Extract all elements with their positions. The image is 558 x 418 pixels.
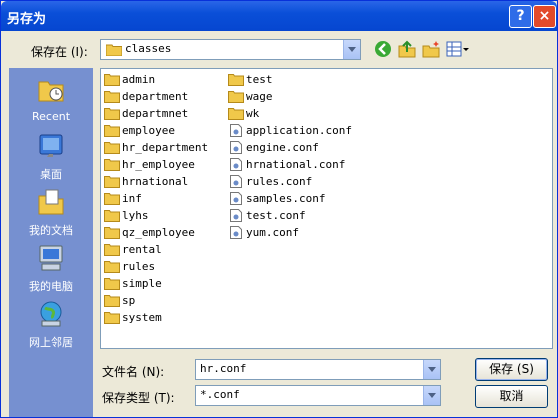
chevron-down-icon[interactable] [423, 360, 440, 379]
folder-icon [104, 244, 120, 256]
folder-icon [228, 108, 244, 120]
folder-icon [104, 210, 120, 222]
filetype-label: 保存类型 (T): [102, 391, 175, 405]
desktop-icon [39, 134, 63, 157]
folder-icon [104, 91, 120, 103]
filetype-select[interactable]: *.conf [195, 385, 441, 406]
item-name: wk [246, 107, 260, 120]
folder-icon [104, 176, 120, 188]
config-file-icon [230, 141, 242, 154]
config-file-icon [230, 124, 242, 137]
view-menu-icon[interactable] [446, 40, 470, 58]
file-list[interactable]: admin department departmnet employee hr_depa… [100, 68, 553, 349]
folder-icon [104, 142, 120, 154]
folder-icon [104, 227, 120, 239]
title-bar: 另存为 ? × [1, 1, 557, 31]
place-network[interactable]: 网上邻居 [9, 300, 93, 350]
save-button[interactable]: 保存 (S) [475, 358, 548, 381]
item-name: rental [122, 243, 162, 256]
help-button[interactable]: ? [509, 5, 532, 28]
item-name: departmnet [122, 107, 189, 120]
place-desktop[interactable]: 桌面 [9, 132, 93, 182]
my-computer-icon [39, 245, 63, 271]
close-button[interactable]: × [533, 5, 556, 28]
chevron-down-icon[interactable] [343, 40, 360, 59]
folder-icon [104, 74, 120, 86]
item-name: yum.conf [246, 226, 299, 239]
folder-icon [228, 91, 244, 103]
place-label-recent: Recent [31, 110, 71, 123]
filename-input[interactable]: hr.conf [195, 359, 441, 380]
folder-icon [104, 261, 120, 273]
folder-icon [104, 312, 120, 324]
place-my-documents[interactable]: 我的文档 [9, 188, 93, 238]
places-bar: Recent 桌面 我的文档 我的电脑 网上邻居 [9, 68, 93, 417]
item-name: lyhs [122, 209, 149, 222]
save-in-value: classes [125, 42, 172, 55]
item-name: test.conf [246, 209, 306, 222]
item-name: employee [122, 124, 175, 137]
item-name: simple [122, 277, 162, 290]
config-file-icon [230, 175, 242, 188]
config-file-icon [230, 209, 242, 222]
up-folder-icon[interactable] [398, 40, 416, 58]
dialog-title: 另存为 [7, 12, 47, 27]
item-name: inf [122, 192, 142, 205]
item-name: sp [122, 294, 136, 307]
item-name: application.conf [246, 124, 352, 137]
item-name: hr_department [122, 141, 209, 154]
filetype-value: *.conf [200, 388, 240, 401]
item-name: samples.conf [246, 192, 326, 205]
my-documents-icon [38, 189, 64, 215]
item-name: rules [122, 260, 156, 273]
item-name: test [246, 73, 273, 86]
item-name: hrnational [122, 175, 189, 188]
config-file-icon [230, 158, 242, 171]
place-label-my-computer: 我的电脑 [29, 280, 73, 293]
place-label-my-documents: 我的文档 [29, 224, 73, 237]
place-label-desktop: 桌面 [40, 168, 62, 181]
folder-icon [104, 278, 120, 290]
item-name: hrnational.conf [246, 158, 346, 171]
filename-value: hr.conf [200, 362, 247, 375]
filename-label: 文件名 (N): [102, 365, 165, 379]
place-my-computer[interactable]: 我的电脑 [9, 244, 93, 294]
config-file-icon [230, 226, 242, 239]
folder-icon [104, 108, 120, 120]
folder-icon [104, 125, 120, 137]
folder-icon [104, 295, 120, 307]
item-name: rules.conf [246, 175, 313, 188]
chevron-down-icon[interactable] [423, 386, 440, 405]
place-recent[interactable]: Recent [9, 76, 93, 126]
new-folder-icon[interactable] [422, 40, 440, 58]
item-name: admin [122, 73, 156, 86]
item-name: department [122, 90, 189, 103]
network-places-icon [40, 301, 62, 327]
cancel-button[interactable]: 取消 [475, 385, 548, 408]
folder-icon [106, 44, 122, 56]
recent-folder-icon [38, 81, 64, 102]
item-name: wage [246, 90, 273, 103]
item-name: engine.conf [246, 141, 319, 154]
folder-icon [104, 193, 120, 205]
item-name: system [122, 311, 162, 324]
folder-icon [104, 159, 120, 171]
folder-icon [228, 74, 244, 86]
config-file-icon [230, 192, 242, 205]
save-in-combo[interactable]: classes [100, 39, 361, 60]
save-in-label: 保存在 (I): [31, 45, 88, 59]
back-icon[interactable] [374, 40, 392, 58]
save-as-dialog: 另存为 ? × 保存在 (I): classes Recent 桌面 我的文档 [0, 0, 558, 418]
place-label-network: 网上邻居 [29, 336, 73, 349]
item-name: qz_employee [122, 226, 195, 239]
item-name: hr_employee [122, 158, 195, 171]
